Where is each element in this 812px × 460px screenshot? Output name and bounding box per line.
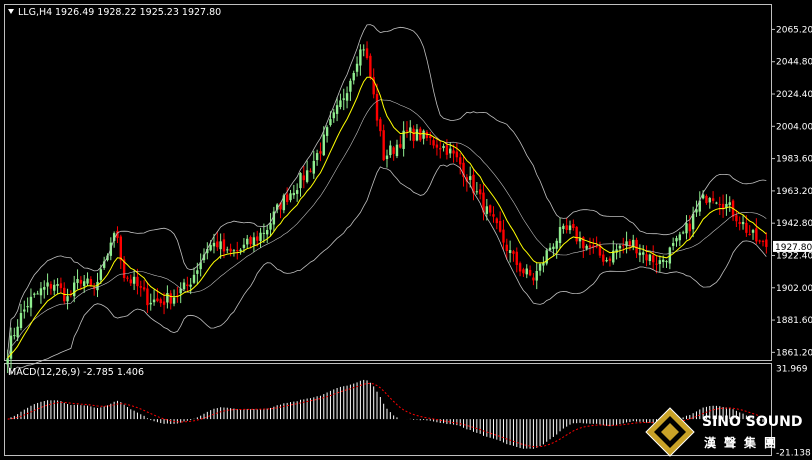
price-tick-label: 1861.20 bbox=[776, 348, 812, 358]
price-tick-label: 1963.20 bbox=[776, 187, 812, 197]
brand-chinese: 漢聲集團 bbox=[704, 435, 784, 450]
price-tick-label: 1983.60 bbox=[776, 155, 812, 165]
candle bbox=[545, 248, 548, 266]
brand-english: SINO SOUND bbox=[702, 414, 802, 430]
price-tick-label: 2004.00 bbox=[776, 122, 812, 132]
symbol-title: LLG,H4 bbox=[18, 7, 52, 18]
candle bbox=[122, 256, 126, 282]
price-tick-label: 2024.40 bbox=[776, 90, 812, 100]
price-tick-label: 1942.80 bbox=[776, 219, 812, 229]
price-tick-label: 2065.20 bbox=[776, 25, 812, 35]
price-tick-label: 1881.60 bbox=[776, 316, 812, 326]
price-tick-label: 1922.40 bbox=[776, 251, 812, 261]
chart-root: 2065.20 2044.80 2024.40 2004.00 1983.60 1963.… bbox=[0, 0, 812, 460]
current-price-label: 1927.80 bbox=[775, 243, 812, 253]
ohlc-values: 1926.49 1928.22 1925.23 1927.80 bbox=[55, 7, 221, 18]
candle bbox=[369, 53, 372, 80]
macd-tick-label: -21.138 bbox=[776, 449, 811, 459]
price-tick-label: 2044.80 bbox=[776, 58, 812, 68]
macd-title: MACD(12,26,9) -2.785 1.406 bbox=[8, 367, 144, 378]
macd-tick-label: 31.969 bbox=[776, 364, 808, 374]
price-tick-label: 1902.00 bbox=[776, 284, 812, 294]
